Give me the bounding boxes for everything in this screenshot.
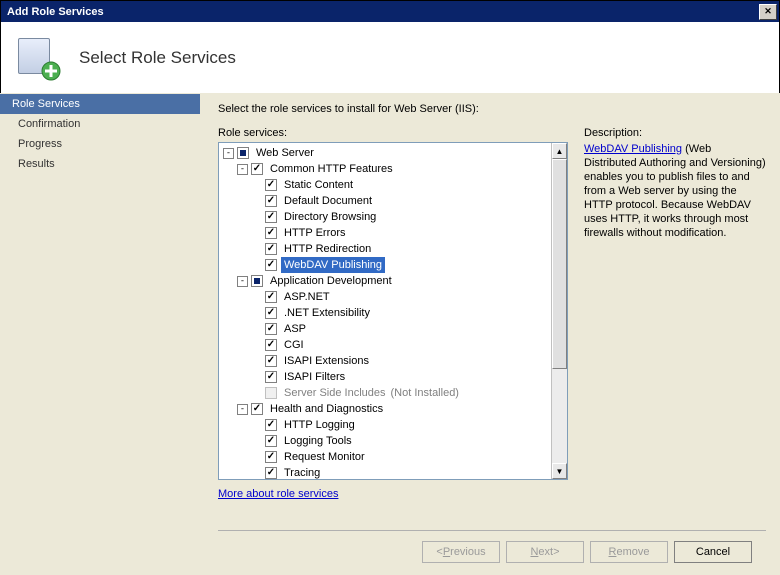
expand-toggle[interactable]: - bbox=[223, 148, 234, 159]
wizard-step-progress[interactable]: Progress bbox=[0, 134, 200, 154]
scroll-down-button[interactable]: ▼ bbox=[552, 463, 567, 479]
description-text: WebDAV Publishing (Web Distributed Autho… bbox=[584, 142, 766, 240]
checkbox[interactable] bbox=[265, 195, 277, 207]
checkbox[interactable] bbox=[251, 275, 263, 287]
tree-node-label[interactable]: ISAPI Extensions bbox=[281, 353, 372, 369]
tree-node-label[interactable]: Server Side Includes bbox=[281, 385, 389, 401]
checkbox[interactable] bbox=[265, 435, 277, 447]
wizard-step-role-services[interactable]: Role Services bbox=[0, 94, 200, 114]
tree-node[interactable]: Server Side Includes (Not Installed) bbox=[251, 385, 551, 401]
checkbox[interactable] bbox=[265, 419, 277, 431]
role-services-label: Role services: bbox=[218, 127, 568, 139]
tree-node[interactable]: Default Document bbox=[251, 193, 551, 209]
tree-node-label[interactable]: Web Server bbox=[253, 145, 317, 161]
checkbox[interactable] bbox=[265, 307, 277, 319]
description-link[interactable]: WebDAV Publishing bbox=[584, 143, 682, 155]
wizard-steps: Role ServicesConfirmationProgressResults bbox=[0, 93, 200, 575]
window-title: Add Role Services bbox=[7, 6, 759, 18]
expand-toggle[interactable]: - bbox=[237, 276, 248, 287]
checkbox[interactable] bbox=[265, 355, 277, 367]
cancel-button[interactable]: Cancel bbox=[674, 541, 752, 563]
next-button[interactable]: Next > bbox=[506, 541, 584, 563]
checkbox[interactable] bbox=[265, 227, 277, 239]
page-heading: Select Role Services bbox=[79, 48, 236, 68]
titlebar: Add Role Services ✕ bbox=[1, 1, 779, 22]
description-label: Description: bbox=[584, 127, 766, 139]
tree-node[interactable]: HTTP Redirection bbox=[251, 241, 551, 257]
wizard-step-confirmation[interactable]: Confirmation bbox=[0, 114, 200, 134]
tree-node[interactable]: CGI bbox=[251, 337, 551, 353]
tree-node[interactable]: - Application Development bbox=[237, 273, 551, 289]
checkbox[interactable] bbox=[265, 467, 277, 479]
remove-button[interactable]: Remove bbox=[590, 541, 668, 563]
checkbox[interactable] bbox=[251, 403, 263, 415]
tree-node[interactable]: WebDAV Publishing bbox=[251, 257, 551, 273]
expand-toggle[interactable]: - bbox=[237, 404, 248, 415]
checkbox bbox=[265, 387, 277, 399]
tree-node-label[interactable]: ASP.NET bbox=[281, 289, 333, 305]
scroll-up-button[interactable]: ▲ bbox=[552, 143, 567, 159]
checkbox[interactable] bbox=[265, 179, 277, 191]
tree-node[interactable]: ASP bbox=[251, 321, 551, 337]
tree-node-label[interactable]: Request Monitor bbox=[281, 449, 368, 465]
tree-node-label[interactable]: ISAPI Filters bbox=[281, 369, 348, 385]
checkbox[interactable] bbox=[265, 323, 277, 335]
tree-node-label[interactable]: WebDAV Publishing bbox=[281, 257, 385, 273]
tree-node-label[interactable]: Directory Browsing bbox=[281, 209, 379, 225]
checkbox[interactable] bbox=[265, 211, 277, 223]
wizard-step-results[interactable]: Results bbox=[0, 154, 200, 174]
tree-node-label[interactable]: HTTP Redirection bbox=[281, 241, 374, 257]
tree-node[interactable]: .NET Extensibility bbox=[251, 305, 551, 321]
checkbox[interactable] bbox=[265, 259, 277, 271]
close-button[interactable]: ✕ bbox=[759, 4, 777, 20]
tree-node[interactable]: - Common HTTP Features bbox=[237, 161, 551, 177]
add-icon bbox=[41, 61, 61, 81]
tree-node[interactable]: HTTP Errors bbox=[251, 225, 551, 241]
checkbox[interactable] bbox=[265, 339, 277, 351]
tree-node[interactable]: Request Monitor bbox=[251, 449, 551, 465]
checkbox[interactable] bbox=[265, 371, 277, 383]
role-services-tree[interactable]: -Web Server-Common HTTP FeaturesStatic C… bbox=[218, 142, 568, 480]
expand-toggle[interactable]: - bbox=[237, 164, 248, 175]
instruction-text: Select the role services to install for … bbox=[218, 103, 766, 115]
wizard-buttons: < Previous Next > Remove Cancel bbox=[218, 541, 766, 575]
tree-node[interactable]: HTTP Logging bbox=[251, 417, 551, 433]
tree-node-label[interactable]: HTTP Logging bbox=[281, 417, 358, 433]
checkbox[interactable] bbox=[237, 147, 249, 159]
tree-node[interactable]: - Web Server bbox=[223, 145, 551, 161]
wizard-icon bbox=[15, 35, 61, 81]
more-about-link[interactable]: More about role services bbox=[218, 488, 338, 500]
tree-node[interactable]: Tracing bbox=[251, 465, 551, 479]
tree-node[interactable]: ISAPI Filters bbox=[251, 369, 551, 385]
checkbox[interactable] bbox=[265, 291, 277, 303]
checkbox[interactable] bbox=[265, 243, 277, 255]
button-separator bbox=[218, 530, 766, 531]
tree-node-label[interactable]: Logging Tools bbox=[281, 433, 355, 449]
tree-node[interactable]: - Health and Diagnostics bbox=[237, 401, 551, 417]
tree-node[interactable]: Logging Tools bbox=[251, 433, 551, 449]
tree-node-label[interactable]: .NET Extensibility bbox=[281, 305, 373, 321]
tree-node-label[interactable]: HTTP Errors bbox=[281, 225, 349, 241]
tree-node-label[interactable]: Static Content bbox=[281, 177, 356, 193]
tree-node-label[interactable]: ASP bbox=[281, 321, 309, 337]
tree-node-label[interactable]: Common HTTP Features bbox=[267, 161, 396, 177]
tree-node[interactable]: Directory Browsing bbox=[251, 209, 551, 225]
previous-button[interactable]: < Previous bbox=[422, 541, 500, 563]
wizard-header: Select Role Services bbox=[1, 22, 779, 94]
checkbox[interactable] bbox=[251, 163, 263, 175]
scroll-thumb[interactable] bbox=[552, 159, 567, 369]
tree-node-label[interactable]: Application Development bbox=[267, 273, 395, 289]
checkbox[interactable] bbox=[265, 451, 277, 463]
tree-node-label[interactable]: Health and Diagnostics bbox=[267, 401, 386, 417]
tree-node-label[interactable]: Default Document bbox=[281, 193, 375, 209]
scrollbar[interactable]: ▲ ▼ bbox=[551, 143, 567, 479]
tree-node[interactable]: ISAPI Extensions bbox=[251, 353, 551, 369]
tree-node-label[interactable]: Tracing bbox=[281, 465, 323, 479]
tree-node[interactable]: Static Content bbox=[251, 177, 551, 193]
tree-node[interactable]: ASP.NET bbox=[251, 289, 551, 305]
tree-node-label[interactable]: CGI bbox=[281, 337, 307, 353]
